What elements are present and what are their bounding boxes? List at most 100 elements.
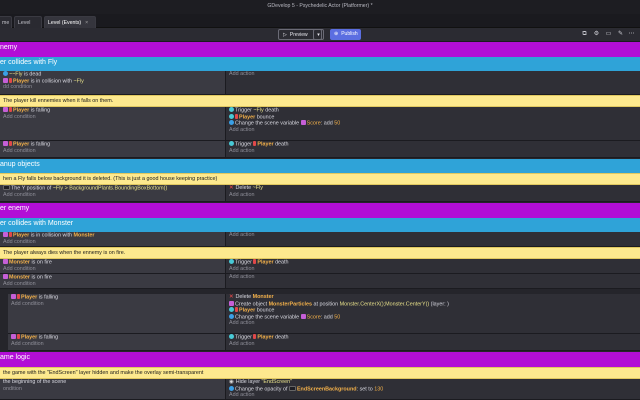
- group-game-logic[interactable]: ame logic: [0, 352, 640, 367]
- cond-text: the beginning of the scene: [3, 379, 67, 385]
- obj-name: Player: [257, 334, 274, 341]
- conditions: The Y position of ~Fly > BackgroundPlant…: [0, 185, 226, 201]
- add-action-link[interactable]: Add action: [226, 192, 640, 199]
- obj-name: Player: [13, 141, 30, 148]
- cond-text: is on fire: [31, 274, 52, 281]
- event-player-not-falling[interactable]: Player is falling Add condition Trigger …: [0, 141, 640, 158]
- event-cleanup-fly[interactable]: The Y position of ~Fly > BackgroundPlant…: [0, 185, 640, 202]
- comment-dies-on-fire[interactable]: The player always dies when the ennemy i…: [0, 247, 640, 259]
- cond-text: is in collision with: [30, 232, 73, 239]
- act-text: Delete: [235, 185, 252, 191]
- add-condition-link[interactable]: ondition: [0, 386, 225, 393]
- group-cleanup-objects[interactable]: anup objects: [0, 159, 640, 173]
- obj-name: Monster: [252, 294, 274, 300]
- actions: ◉ Hide layer "EndScreen" Change the opaci…: [226, 379, 640, 399]
- preview-label: Preview: [289, 32, 308, 38]
- debug-icon[interactable]: ⚙: [592, 30, 601, 39]
- create-icon: [229, 300, 234, 306]
- cond-text: is falling: [38, 334, 59, 341]
- group-player-enemy[interactable]: er enemy: [0, 203, 640, 218]
- event-monster-player-falling[interactable]: Player is falling Add condition ✕ Delete …: [8, 294, 640, 334]
- add-action-link[interactable]: Add action: [226, 341, 640, 348]
- trigger-icon: [229, 107, 234, 112]
- conditions: Player is falling Add condition: [0, 141, 226, 157]
- obj-name: ~Fly: [52, 185, 64, 192]
- cond-text: The Y position of: [11, 185, 52, 192]
- trigger-icon: [229, 334, 234, 339]
- event-monster-collision[interactable]: Player is in collision with Monster Add …: [0, 232, 640, 247]
- add-condition-link[interactable]: Add condition: [0, 114, 225, 121]
- add-action-link[interactable]: Add action: [226, 274, 640, 281]
- delete-icon: ✕: [229, 185, 234, 191]
- actions: Trigger Player death Add action: [226, 259, 640, 273]
- actions: Add action: [226, 71, 640, 94]
- add-condition-link[interactable]: Add condition: [0, 148, 225, 155]
- add-action-link[interactable]: Add action: [226, 148, 640, 155]
- group-enemy[interactable]: nemy: [0, 42, 640, 57]
- conditions: the beginning of the scene ondition: [0, 379, 226, 399]
- comment-fly-below[interactable]: hen a Fly falls below background it is d…: [0, 173, 640, 185]
- variable-icon: [229, 120, 234, 125]
- obj-name: Player: [257, 259, 274, 266]
- publish-button[interactable]: ⊕ Publish: [330, 29, 361, 40]
- expression: > BackgroundPlants.BoundingBoxBottom(): [64, 185, 168, 192]
- event-monster-player-not-falling[interactable]: Player is falling Add condition Trigger …: [8, 334, 640, 351]
- add-condition-link[interactable]: Add condition: [8, 341, 225, 348]
- obj-name: Player: [257, 141, 274, 148]
- add-action-link[interactable]: Add action: [226, 232, 640, 239]
- value: 50: [334, 314, 341, 320]
- act-text: Trigger: [235, 107, 252, 114]
- act-text: Trigger: [235, 141, 252, 148]
- tab-level-events[interactable]: Level (Events) ×: [44, 16, 96, 28]
- conditions: Monster is on fire Add condition: [0, 274, 226, 288]
- expression: Monster.CenterX();Monster.CenterY(): [339, 301, 430, 307]
- add-condition-link[interactable]: Add condition: [0, 239, 225, 246]
- comment-kill-enemies[interactable]: The player kill ennemies when it falls o…: [0, 95, 640, 107]
- close-icon[interactable]: ×: [85, 20, 88, 26]
- tab-level[interactable]: Level: [14, 16, 42, 28]
- collision-icon: [3, 232, 8, 237]
- event-scene-start[interactable]: the beginning of the scene ondition ◉ Hid…: [0, 379, 640, 400]
- actions: Add action: [226, 232, 640, 246]
- add-action-link[interactable]: Add action: [226, 127, 640, 134]
- add-action-link[interactable]: Add action: [226, 392, 640, 399]
- add-action-link[interactable]: Add action: [226, 71, 640, 78]
- add-condition-link[interactable]: Add condition: [0, 192, 225, 199]
- event-monster-not-on-fire[interactable]: Monster is on fire Add condition Add act…: [0, 274, 640, 289]
- actions: Trigger Player death Add action: [226, 141, 640, 157]
- group-player-collides-monster[interactable]: er collides with Monster: [0, 218, 640, 232]
- event-fly-collision[interactable]: ~~Fly is dead Player is in collision wit…: [0, 71, 640, 95]
- events-sheet: nemy er collides with Fly ~~Fly is dead …: [0, 42, 640, 400]
- event-monster-on-fire[interactable]: Monster is on fire Add condition Trigger…: [0, 259, 640, 274]
- var-name: Score: [306, 314, 321, 320]
- event-player-falling[interactable]: Player is falling Add condition Trigger …: [0, 107, 640, 141]
- act-text: : add: [320, 120, 333, 127]
- publish-icon: ⊕: [334, 31, 339, 37]
- notes-icon[interactable]: ✎: [616, 30, 625, 39]
- act-text: Change the scene variable: [235, 120, 300, 127]
- player-icon: [9, 232, 12, 237]
- trigger-icon: [229, 141, 234, 146]
- add-condition-link[interactable]: dd condition: [0, 84, 225, 91]
- player-icon: [17, 294, 20, 299]
- add-action-link[interactable]: Add action: [226, 266, 640, 273]
- add-condition-link[interactable]: Add condition: [0, 281, 225, 288]
- tab-scene[interactable]: me: [0, 16, 12, 28]
- group-player-collides-fly[interactable]: er collides with Fly: [0, 57, 640, 71]
- cond-text: is in collision with: [30, 78, 73, 84]
- toolbar-icons: ⧉ ⚙ ▭ ✎ ⋯: [580, 30, 636, 40]
- cond-text: is dead: [24, 71, 42, 78]
- comment-endscreen[interactable]: the game with the "EndScreen" layer hidd…: [0, 367, 640, 379]
- add-condition-link[interactable]: Add condition: [8, 301, 225, 308]
- add-condition-link[interactable]: Add condition: [0, 266, 225, 273]
- more-icon[interactable]: ⋯: [627, 30, 636, 39]
- preview-options-button[interactable]: ▾: [313, 29, 324, 40]
- add-action-link[interactable]: Add action: [226, 320, 640, 327]
- conditions: Player is falling Add condition: [0, 107, 226, 140]
- obj-name: ~Fly: [73, 78, 84, 84]
- bounce-icon: [229, 307, 234, 312]
- chat-icon[interactable]: ▭: [604, 30, 613, 39]
- share-icon[interactable]: ⧉: [580, 30, 589, 39]
- score-icon: [300, 120, 306, 125]
- act-text: Hide layer: [235, 379, 260, 385]
